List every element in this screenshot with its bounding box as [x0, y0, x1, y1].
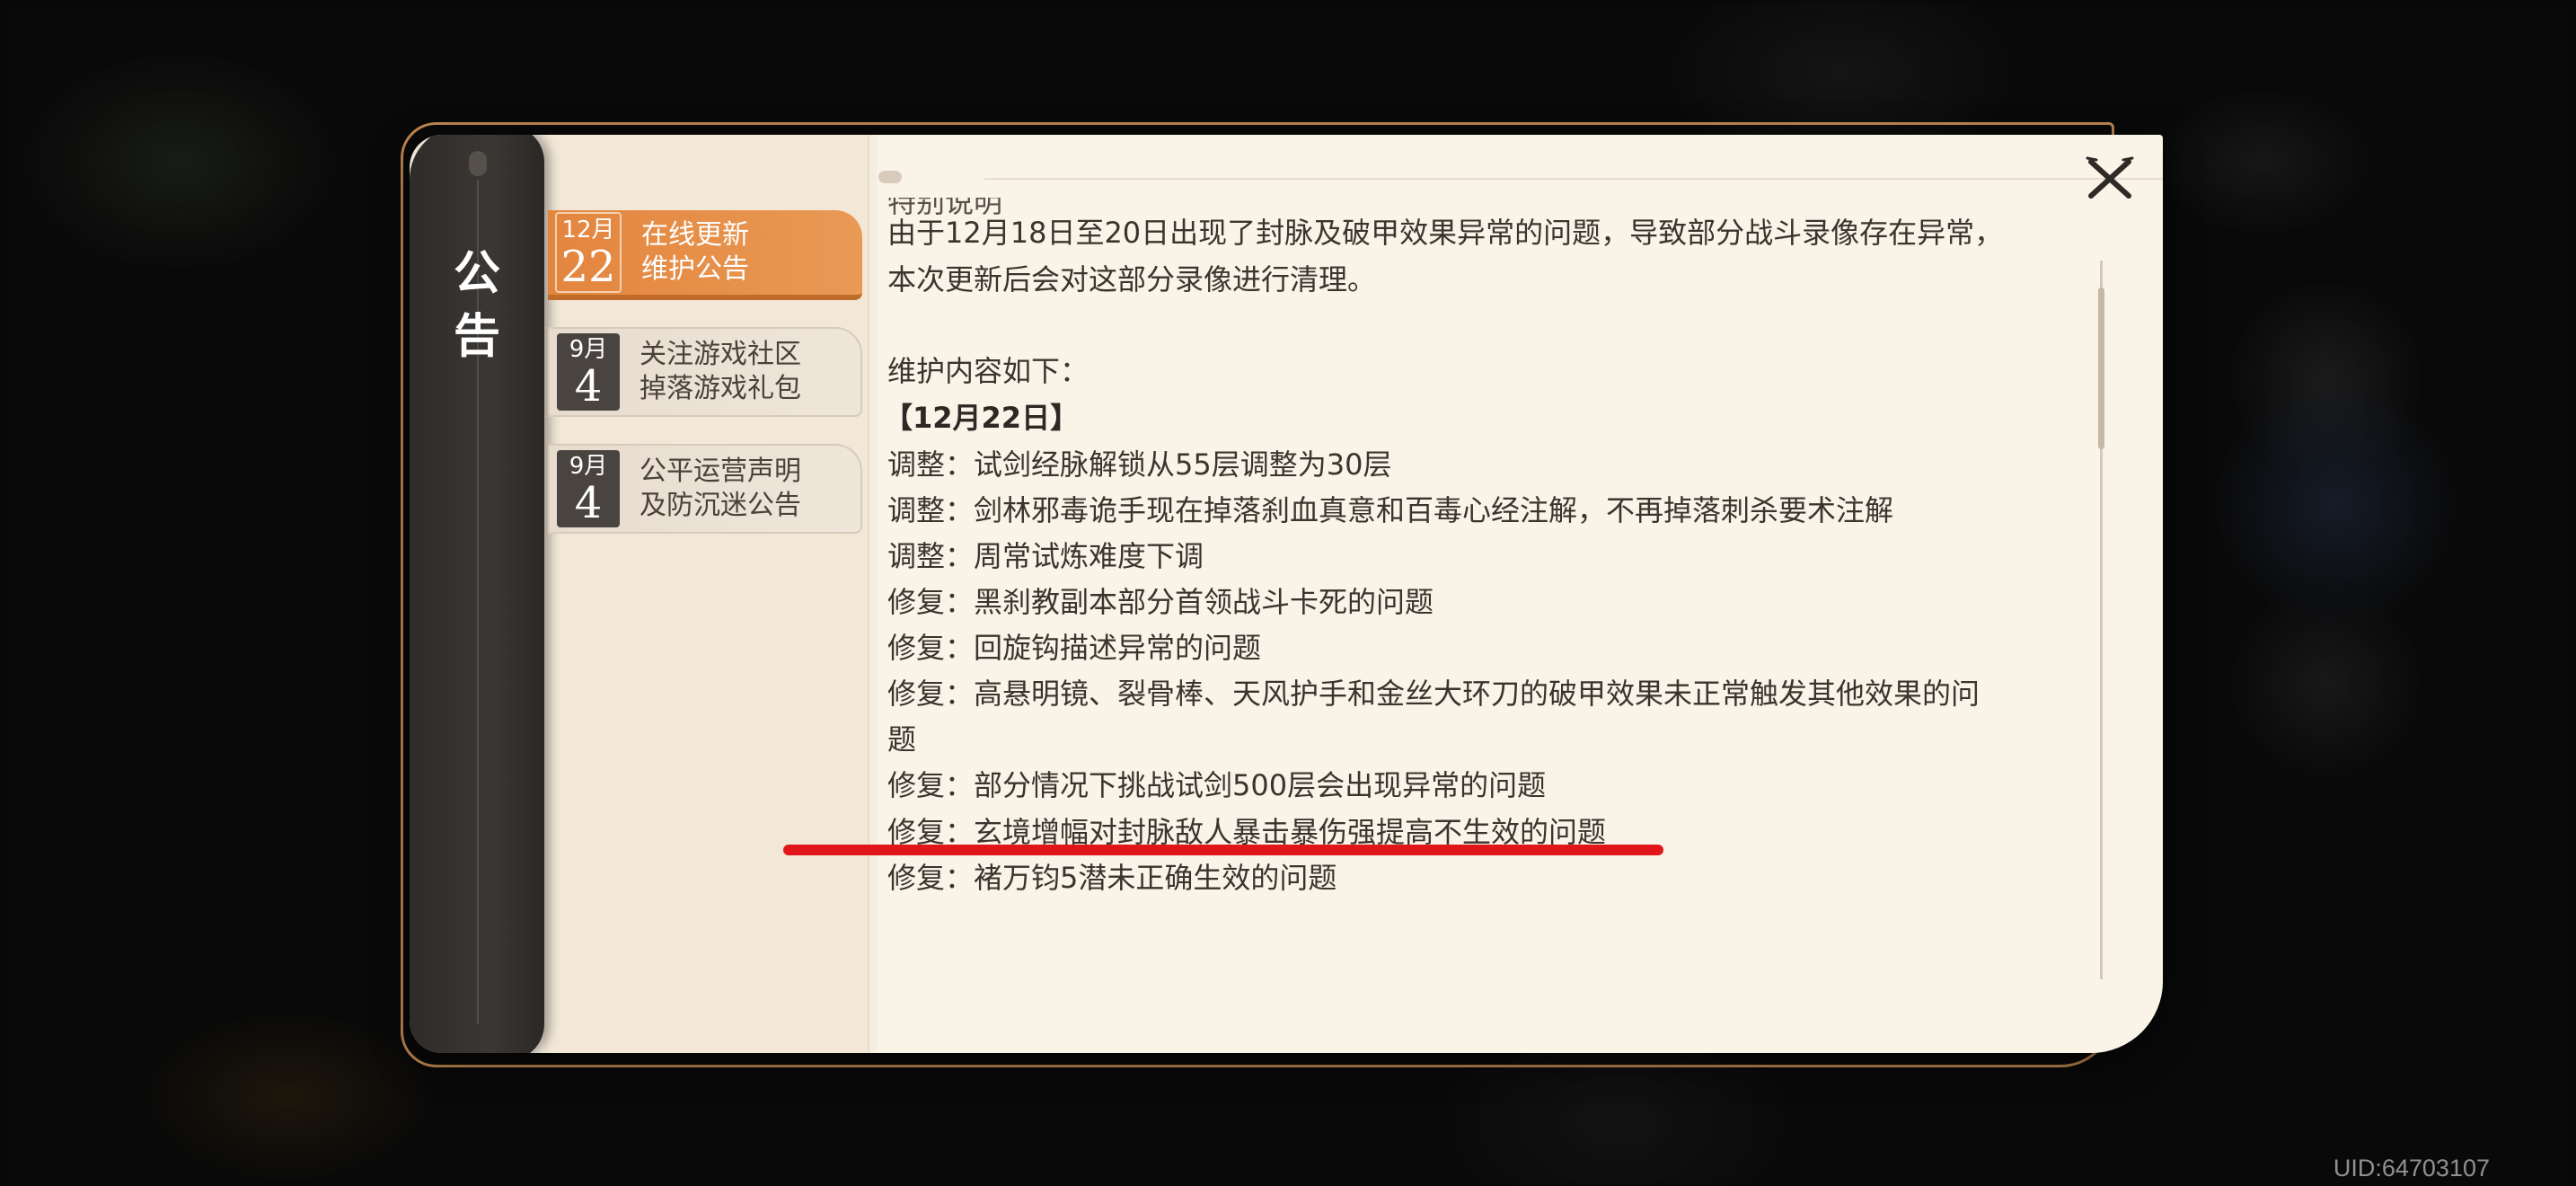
tab-date-day: 4 — [574, 361, 603, 412]
panel-title-char-1: 公 — [453, 247, 500, 301]
body-line: 修复：高悬明镜、裂骨棒、天风护手和金丝大环刀的破甲效果未正常触发其他效果的问 — [887, 677, 1981, 711]
tab-date-month: 12月 — [561, 217, 615, 243]
tab-date-month: 9月 — [569, 336, 608, 363]
body-line-highlighted: 修复：部分情况下挑战试剑500层会出现异常的问题 — [887, 768, 1547, 802]
spine-knob — [469, 151, 487, 176]
panel-title: 公 告 — [437, 243, 517, 368]
announcement-spine: 公 告 — [410, 135, 544, 1053]
tab-date-day: 4 — [574, 478, 603, 528]
body-line: 调整：试剑经脉解锁从55层调整为30层 — [887, 447, 1392, 482]
tab-title-line2: 及防沉迷公告 — [640, 490, 801, 521]
tab-date: 9月 4 — [557, 450, 620, 527]
close-icon — [2086, 156, 2134, 199]
tab-title: 关注游戏社区 掉落游戏礼包 — [640, 338, 801, 406]
tab-date: 9月 4 — [557, 333, 620, 411]
tab-date-day: 22 — [560, 242, 616, 292]
tab-fair-play-statement[interactable]: 9月 4 公平运营声明 及防沉迷公告 — [548, 444, 862, 534]
tab-title-line1: 公平运营声明 — [640, 456, 801, 487]
panel-title-char-2: 告 — [453, 310, 500, 364]
tab-maintenance-notice[interactable]: 12月 22 在线更新 维护公告 — [548, 210, 862, 300]
body-line: 题 — [887, 722, 917, 757]
body-line: 修复：黑刹教副本部分首领战斗卡死的问题 — [887, 585, 1434, 619]
scrollbar-thumb[interactable] — [2098, 288, 2104, 449]
body-line: 修复：回旋钩描述异常的问题 — [887, 631, 1262, 665]
uid-label: UID:64703107 — [2333, 1155, 2490, 1182]
tab-title-line2: 维护公告 — [641, 253, 749, 285]
body-line: 调整：周常试炼难度下调 — [887, 539, 1204, 573]
body-line: 修复：褚万钧5潜未正确生效的问题 — [887, 861, 1337, 895]
tab-title-line1: 关注游戏社区 — [640, 339, 801, 370]
announcement-panel: 公 告 12月 22 在线更新 维护公告 9月 4 关注游戏社区 掉落游戏礼包 … — [410, 135, 2163, 1053]
tab-title-line1: 在线更新 — [641, 219, 749, 251]
body-line: 维护内容如下： — [887, 354, 1090, 388]
body-line: 调整：剑林邪毒诡手现在掉落刹血真意和百毒心经注解，不再掉落刺杀要术注解 — [887, 493, 1894, 527]
tab-title: 在线更新 维护公告 — [641, 218, 749, 287]
tab-date: 12月 22 — [555, 212, 622, 293]
tab-title-line2: 掉落游戏礼包 — [640, 373, 801, 404]
tab-date-month: 9月 — [569, 453, 608, 480]
date-heading: 【12月22日】 — [884, 401, 1080, 435]
tab-community-gift[interactable]: 9月 4 关注游戏社区 掉落游戏礼包 — [548, 327, 862, 417]
close-button[interactable] — [2078, 147, 2141, 210]
body-line: 由于12月18日至20日出现了封脉及破甲效果异常的问题，导致部分战斗录像存在异常… — [887, 216, 2004, 250]
red-annotation-underline — [783, 845, 1663, 855]
body-line: 本次更新后会对这部分录像进行清理。 — [887, 262, 1377, 296]
decorative-pill — [878, 171, 902, 183]
tab-title: 公平运营声明 及防沉迷公告 — [640, 455, 801, 523]
content-top-divider — [984, 178, 2163, 180]
